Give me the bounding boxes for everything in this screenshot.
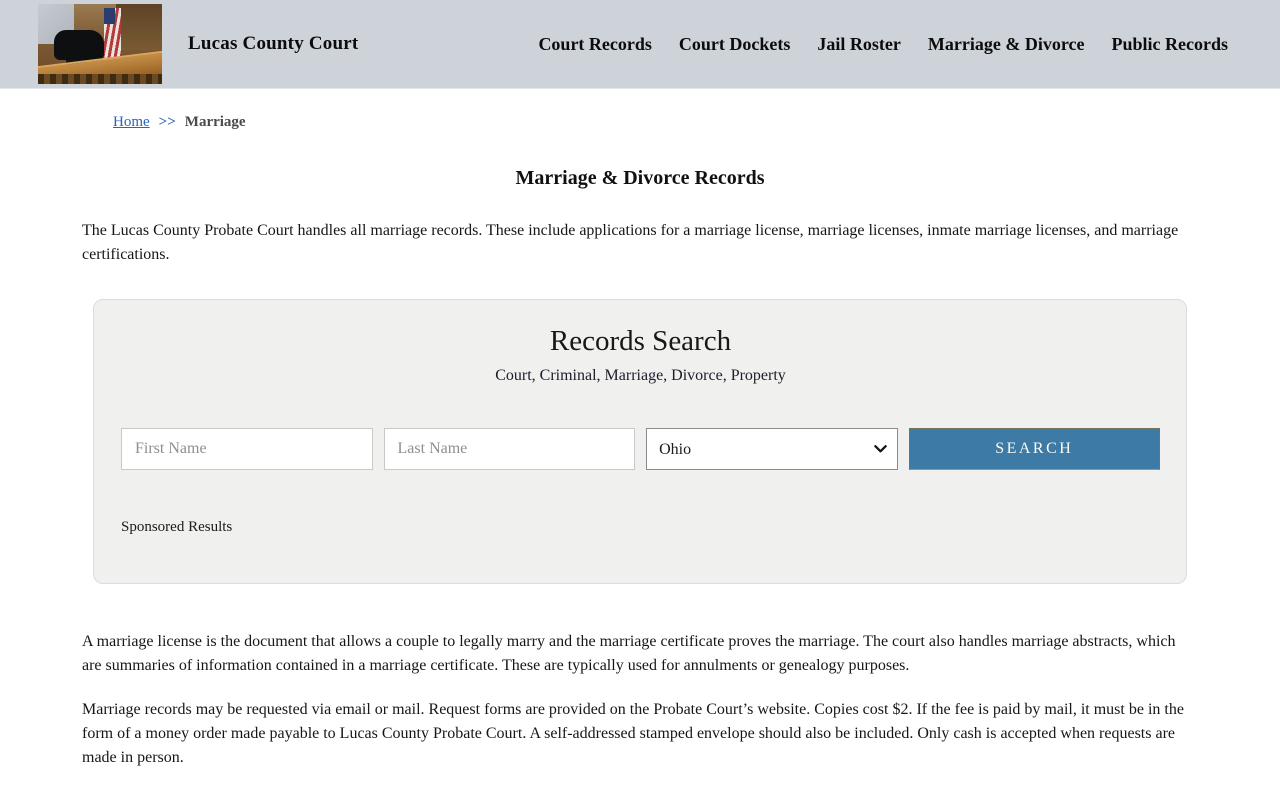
page-content-lower: A marriage license is the document that … bbox=[82, 630, 1198, 770]
nav-jail-roster[interactable]: Jail Roster bbox=[817, 34, 900, 55]
site-header: Lucas County Court Court Records Court D… bbox=[0, 0, 1280, 89]
request-paragraph: Marriage records may be requested via em… bbox=[82, 701, 1184, 766]
page-content: The Lucas County Probate Court handles a… bbox=[82, 219, 1198, 267]
breadcrumb-current: Marriage bbox=[184, 114, 246, 130]
intro-paragraph: The Lucas County Probate Court handles a… bbox=[82, 222, 1179, 263]
main-nav: Court Records Court Dockets Jail Roster … bbox=[538, 34, 1228, 55]
records-search-subtitle: Court, Criminal, Marriage, Divorce, Prop… bbox=[495, 367, 786, 384]
site-title: Lucas County Court bbox=[188, 33, 359, 54]
records-search-panel: Records Search Court, Criminal, Marriage… bbox=[93, 299, 1187, 584]
state-select-wrap: Ohio bbox=[646, 428, 898, 470]
state-select[interactable]: Ohio bbox=[646, 428, 898, 470]
breadcrumb: Home >> Marriage bbox=[113, 114, 1280, 131]
first-name-input[interactable] bbox=[121, 428, 373, 470]
search-form-row: Ohio SEARCH bbox=[121, 428, 1160, 470]
flag-canton-detail bbox=[104, 8, 115, 24]
nav-court-dockets[interactable]: Court Dockets bbox=[679, 34, 790, 55]
records-search-title: Records Search bbox=[549, 325, 732, 357]
breadcrumb-home-link[interactable]: Home bbox=[113, 114, 150, 130]
nav-marriage-divorce[interactable]: Marriage & Divorce bbox=[928, 34, 1085, 55]
license-paragraph: A marriage license is the document that … bbox=[82, 633, 1176, 674]
sponsored-results-label: Sponsored Results bbox=[121, 519, 233, 535]
courtroom-logo-image[interactable] bbox=[38, 4, 162, 84]
last-name-input[interactable] bbox=[383, 428, 636, 470]
nav-public-records[interactable]: Public Records bbox=[1112, 34, 1229, 55]
logo-judge-chair-detail bbox=[54, 30, 104, 60]
page-title: Marriage & Divorce Records bbox=[515, 167, 765, 189]
search-button[interactable]: SEARCH bbox=[908, 428, 1160, 470]
breadcrumb-separator: >> bbox=[158, 114, 176, 130]
logo-rail-detail bbox=[38, 74, 162, 84]
logo-wood-panel-detail bbox=[116, 4, 162, 50]
nav-court-records[interactable]: Court Records bbox=[538, 34, 651, 55]
